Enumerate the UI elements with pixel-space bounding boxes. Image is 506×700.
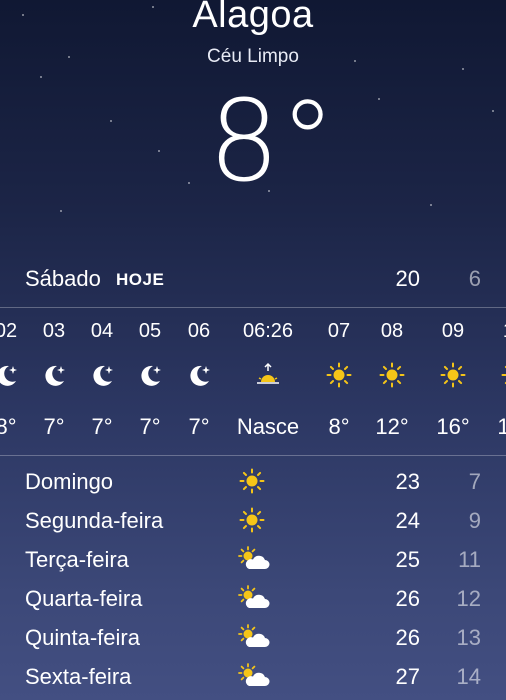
hour-label: 10 bbox=[479, 320, 506, 343]
sunrise-icon bbox=[257, 362, 279, 384]
star bbox=[40, 76, 42, 78]
current-temperature: 8° bbox=[0, 82, 506, 202]
partly-cloudy-icon bbox=[238, 585, 270, 608]
star bbox=[60, 210, 62, 212]
star bbox=[462, 68, 464, 70]
current-temperature-value: 8° bbox=[208, 77, 336, 207]
sun-icon bbox=[239, 507, 265, 533]
daily-high: 25 bbox=[395, 547, 420, 572]
hourly-item: 06:26 Nasce bbox=[233, 308, 303, 454]
partly-cloudy-icon bbox=[238, 663, 270, 686]
today-row: Sábado HOJE 20 6 bbox=[0, 258, 506, 298]
daily-day: Terça-feira bbox=[25, 547, 129, 572]
daily-low: 12 bbox=[456, 586, 481, 611]
daily-row: Quarta-feira 26 12 bbox=[0, 578, 506, 617]
today-tag: HOJE bbox=[116, 270, 165, 289]
moon-icon bbox=[141, 365, 161, 386]
daily-row: Segunda-feira 24 9 bbox=[0, 500, 506, 539]
sun-icon bbox=[239, 468, 265, 494]
today-high: 20 bbox=[395, 266, 420, 291]
daily-day: Quinta-feira bbox=[25, 625, 140, 650]
today-low: 6 bbox=[468, 266, 481, 291]
daily-high: 26 bbox=[395, 625, 420, 650]
daily-high: 27 bbox=[395, 664, 420, 689]
hour-label: 08 bbox=[380, 320, 404, 342]
hour-temperature: 18° bbox=[497, 414, 506, 439]
daily-high: 23 bbox=[395, 469, 420, 494]
hourly-item: 10 18° bbox=[479, 308, 506, 454]
moon-icon bbox=[93, 365, 113, 386]
daily-low: 11 bbox=[458, 547, 481, 572]
moon-icon bbox=[0, 365, 17, 386]
moon-icon bbox=[45, 365, 65, 386]
sun-icon bbox=[501, 365, 506, 385]
divider bbox=[0, 455, 506, 456]
daily-row: Sexta-feira 27 14 bbox=[0, 656, 506, 695]
daily-high: 24 bbox=[395, 508, 420, 533]
hour-label: 06:26 bbox=[242, 320, 294, 342]
daily-high: 26 bbox=[395, 586, 420, 611]
moon-icon bbox=[190, 365, 210, 386]
sun-icon bbox=[440, 362, 466, 388]
star bbox=[430, 204, 432, 206]
daily-day: Sexta-feira bbox=[25, 664, 132, 689]
daily-row: Quinta-feira 26 13 bbox=[0, 617, 506, 656]
hourly-forecast-strip[interactable]: 02 8° 03 7° 04 7° 05 7° 06 7° 06:26 Nasc… bbox=[0, 308, 506, 454]
daily-low: 14 bbox=[456, 664, 481, 689]
today-day: Sábado bbox=[25, 266, 101, 291]
daily-day: Segunda-feira bbox=[25, 508, 164, 533]
hour-label: 06 bbox=[187, 320, 211, 342]
weather-condition: Céu Limpo bbox=[207, 46, 299, 67]
sun-icon bbox=[379, 362, 405, 388]
daily-day: Domingo bbox=[25, 469, 114, 494]
daily-low: 9 bbox=[468, 508, 481, 533]
partly-cloudy-icon bbox=[238, 546, 270, 569]
sun-icon bbox=[326, 362, 352, 388]
daily-day: Quarta-feira bbox=[25, 586, 143, 611]
city-name: Alagoa bbox=[192, 0, 314, 36]
daily-low: 13 bbox=[456, 625, 481, 650]
daily-low: 7 bbox=[468, 469, 481, 494]
partly-cloudy-icon bbox=[238, 624, 270, 647]
daily-row: Terça-feira 25 11 bbox=[0, 539, 506, 578]
hour-label: 09 bbox=[441, 320, 465, 342]
daily-row: Domingo 23 7 bbox=[0, 461, 506, 500]
